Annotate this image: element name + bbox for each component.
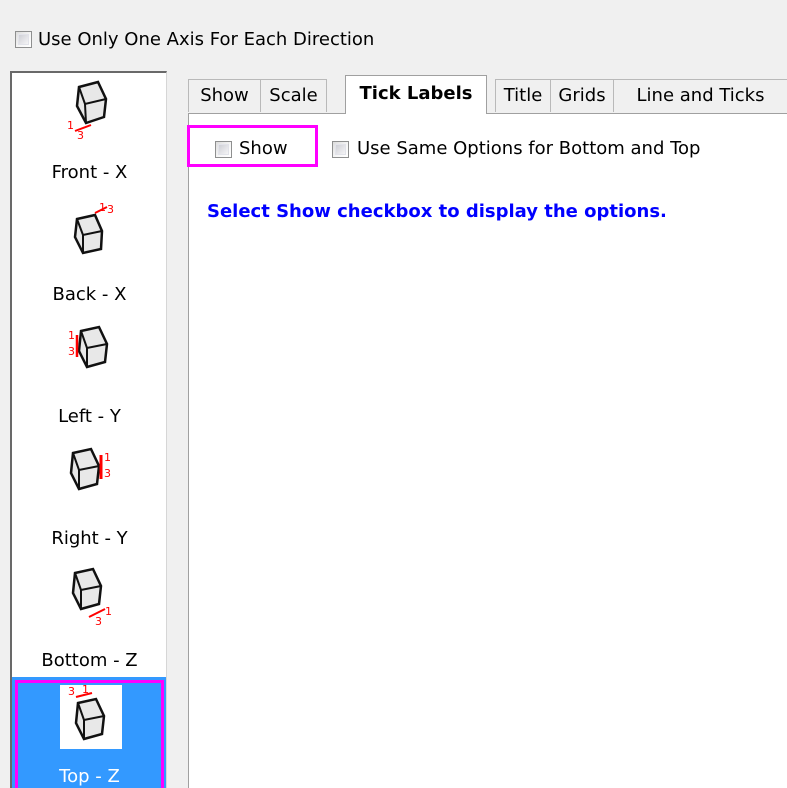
axis-left-y-icon: 1 3: [68, 325, 109, 369]
svg-text:1: 1: [105, 605, 112, 618]
axis-item-label: Left - Y: [58, 406, 121, 427]
axis-right-y-icon: 1 3: [69, 447, 111, 491]
tab-scale[interactable]: Scale: [260, 79, 327, 112]
axis-item-label: Bottom - Z: [41, 650, 138, 671]
tab-line-and-ticks[interactable]: Line and Ticks: [613, 79, 787, 112]
svg-text:3: 3: [68, 685, 75, 698]
axis-item-top-z[interactable]: 3 1 Top - Z: [12, 677, 166, 788]
svg-text:3: 3: [107, 203, 114, 216]
axis-front-x-icon: 1 3: [67, 80, 108, 142]
same-options-label: Use Same Options for Bottom and Top: [357, 138, 701, 159]
svg-text:3: 3: [77, 129, 84, 142]
axis-item-label: Top - Z: [59, 766, 120, 787]
tab-show[interactable]: Show: [188, 79, 261, 112]
svg-text:1: 1: [99, 201, 106, 214]
svg-text:3: 3: [104, 467, 111, 480]
hint-text: Select Show checkbox to display the opti…: [207, 201, 667, 222]
axis-item-left-y[interactable]: 1 3 Left - Y: [12, 317, 166, 439]
axis-item-right-y[interactable]: 1 3 Right - Y: [12, 439, 166, 561]
show-checkbox[interactable]: [215, 141, 232, 158]
axis-item-back-x[interactable]: 1 3 Back - X: [12, 195, 166, 317]
axis-item-label: Right - Y: [51, 528, 128, 549]
svg-text:1: 1: [104, 451, 111, 464]
axis-item-front-x[interactable]: 1 3 Front - X: [12, 73, 166, 195]
axis-item-bottom-z[interactable]: 1 3 Bottom - Z: [12, 561, 166, 683]
axis-item-label: Front - X: [51, 162, 128, 183]
tab-grids[interactable]: Grids: [550, 79, 614, 112]
use-one-axis-label: Use Only One Axis For Each Direction: [38, 29, 375, 50]
tab-tick-labels[interactable]: Tick Labels: [345, 75, 487, 114]
svg-text:3: 3: [68, 345, 75, 358]
tab-title[interactable]: Title: [495, 79, 551, 112]
use-one-axis-checkbox[interactable]: [15, 31, 32, 48]
show-label: Show: [239, 138, 288, 159]
axis-item-label: Back - X: [52, 284, 127, 305]
axis-back-x-icon: 1 3: [73, 201, 114, 255]
axis-top-z-icon: 3 1: [68, 685, 106, 741]
axis-bottom-z-icon: 1 3: [71, 567, 112, 628]
svg-text:1: 1: [82, 685, 89, 696]
axis-list[interactable]: 1 3 Front - X 1 3 Back - X 1 3 Left - Y: [10, 71, 167, 788]
same-options-checkbox[interactable]: [332, 141, 349, 158]
svg-text:3: 3: [95, 615, 102, 628]
svg-text:1: 1: [68, 329, 75, 342]
svg-text:1: 1: [67, 119, 74, 132]
